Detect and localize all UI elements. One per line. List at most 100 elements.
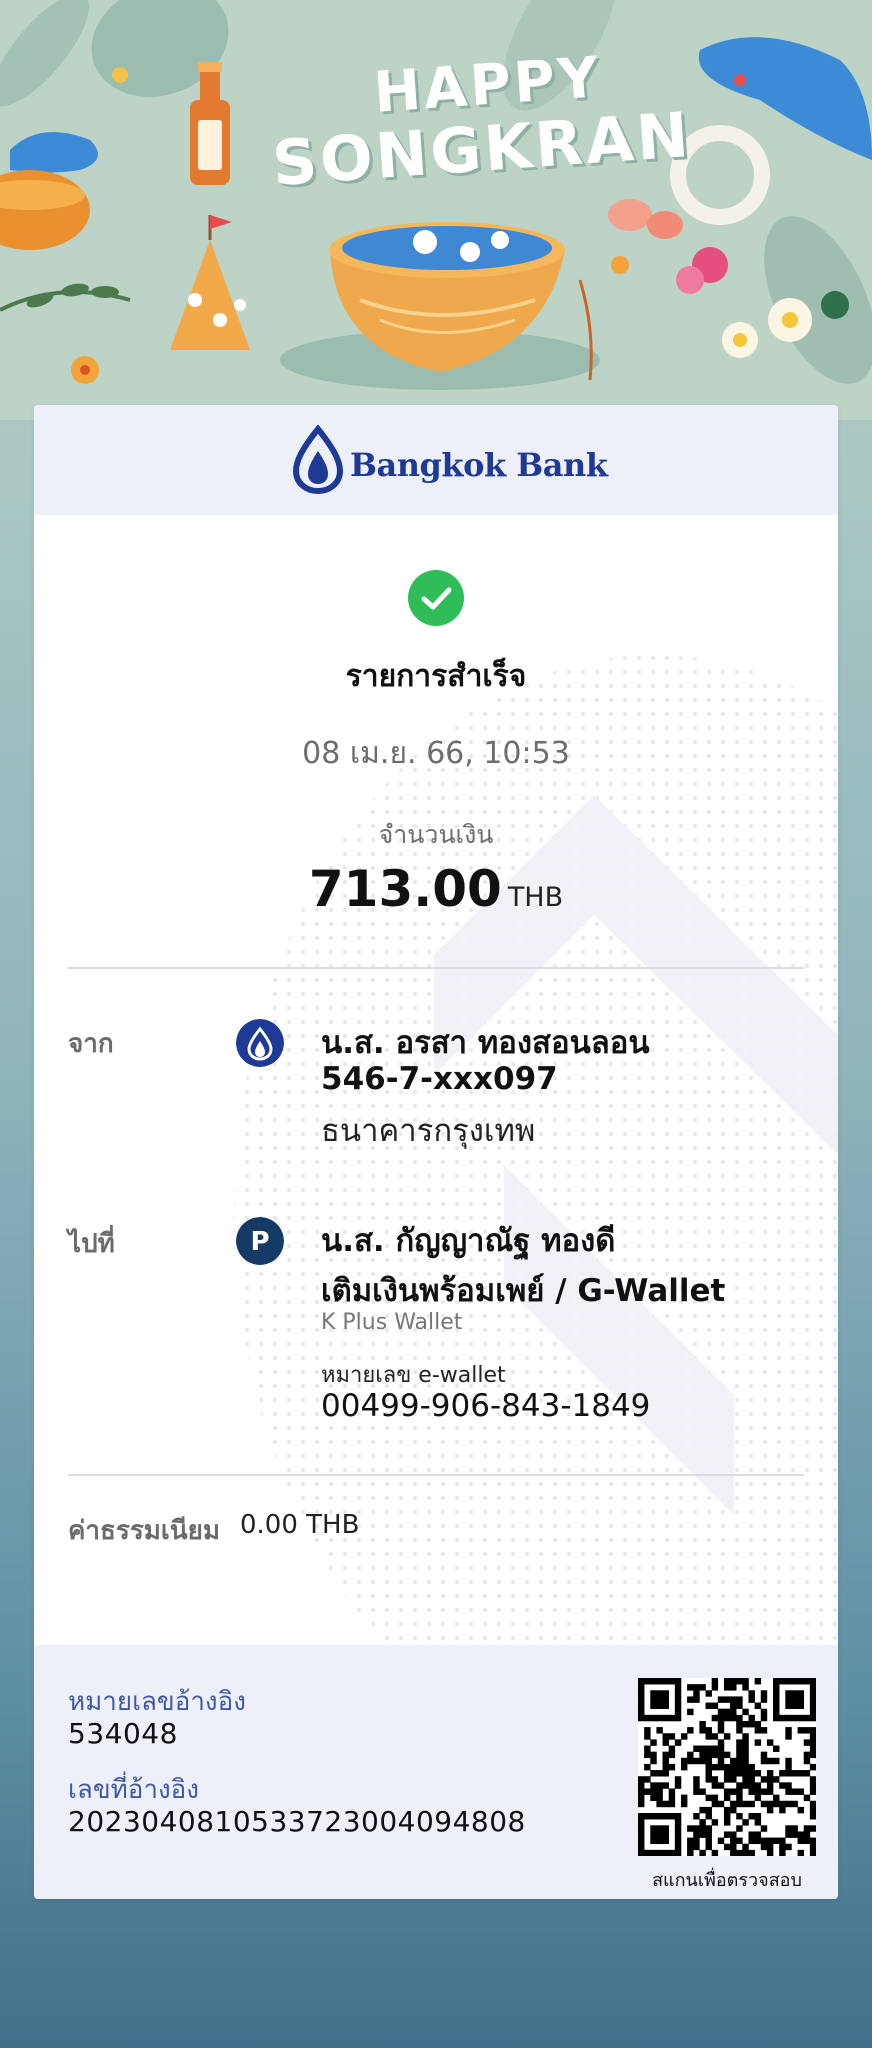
qr-module: [693, 1684, 700, 1691]
qr-module: [650, 1788, 657, 1795]
qr-module: [644, 1733, 651, 1740]
qr-module: [797, 1696, 805, 1703]
qr-module: [791, 1714, 798, 1722]
qr-module: [662, 1825, 669, 1832]
qr-module: [644, 1813, 651, 1820]
qr-module: [711, 1782, 719, 1789]
verification-qr-code[interactable]: [638, 1678, 817, 1857]
qr-module: [650, 1757, 657, 1765]
qr-module: [650, 1739, 657, 1746]
qr-module: [674, 1819, 682, 1826]
qr-module: [674, 1782, 682, 1789]
qr-module: [650, 1714, 657, 1722]
qr-module: [693, 1837, 700, 1845]
qr-module: [674, 1849, 682, 1857]
qr-module: [803, 1678, 811, 1685]
qr-module: [711, 1776, 719, 1783]
qr-module: [662, 1849, 669, 1857]
qr-module: [656, 1849, 663, 1857]
sender-bank: ธนาคารกรุงเทพ: [321, 1113, 536, 1149]
qr-module: [736, 1727, 743, 1734]
qr-module: [809, 1825, 817, 1832]
qr-module: [736, 1714, 743, 1722]
qr-module: [638, 1837, 645, 1845]
qr-module: [674, 1831, 682, 1838]
qr-module: [711, 1849, 719, 1857]
qr-module: [779, 1806, 786, 1814]
qr-module: [662, 1837, 669, 1845]
qr-module: [803, 1714, 811, 1722]
qr-module: [773, 1690, 780, 1697]
qr-module: [779, 1843, 786, 1851]
qr-module: [785, 1831, 792, 1838]
qr-module: [754, 1831, 762, 1838]
qr-module: [638, 1714, 645, 1722]
qr-module: [723, 1770, 731, 1777]
qr-module: [730, 1763, 737, 1771]
qr-module: [662, 1770, 669, 1777]
qr-module: [674, 1837, 682, 1845]
qr-module: [742, 1849, 749, 1857]
qr-module: [766, 1788, 774, 1795]
qr-module: [797, 1770, 805, 1777]
qr-module: [662, 1782, 669, 1789]
qr-module: [674, 1825, 682, 1832]
ref-id-label: เลขที่อ้างอิง: [68, 1775, 199, 1805]
qr-module: [754, 1819, 762, 1826]
qr-module: [717, 1800, 725, 1808]
qr-module: [650, 1751, 657, 1759]
qr-module: [644, 1727, 651, 1734]
qr-module: [742, 1800, 749, 1808]
qr-module: [717, 1763, 725, 1771]
qr-module: [760, 1788, 768, 1795]
qr-module: [736, 1849, 743, 1857]
divider-bottom: [68, 1474, 804, 1476]
qr-module: [668, 1794, 676, 1802]
qr-module: [723, 1733, 731, 1740]
qr-module: [797, 1837, 805, 1845]
qr-module: [754, 1727, 762, 1734]
qr-module: [748, 1782, 755, 1789]
qr-module: [705, 1837, 712, 1845]
qr-module: [644, 1849, 651, 1857]
qr-module: [809, 1739, 817, 1746]
qr-module: [650, 1825, 657, 1832]
qr-module: [742, 1763, 749, 1771]
qr-module: [711, 1819, 719, 1826]
qr-module: [638, 1794, 645, 1802]
qr-module: [656, 1837, 663, 1845]
to-label: ไปที่: [68, 1229, 115, 1259]
qr-module: [785, 1757, 792, 1765]
qr-module: [766, 1843, 774, 1851]
qr-module: [705, 1690, 712, 1697]
qr-module: [674, 1690, 682, 1697]
qr-module: [791, 1788, 798, 1795]
qr-module: [711, 1733, 719, 1740]
qr-module: [711, 1702, 719, 1709]
qr-module: [723, 1819, 731, 1826]
qr-module: [638, 1782, 645, 1789]
ref-number-label: หมายเลขอ้างอิง: [68, 1687, 246, 1717]
qr-module: [656, 1800, 663, 1808]
qr-module: [809, 1782, 817, 1789]
qr-module: [785, 1825, 792, 1832]
qr-module: [662, 1831, 669, 1838]
qr-module: [662, 1813, 669, 1820]
qr-module: [766, 1837, 774, 1845]
qr-module: [656, 1678, 663, 1685]
qr-module: [754, 1678, 762, 1685]
qr-module: [687, 1751, 694, 1759]
qr-module: [736, 1770, 743, 1777]
qr-module: [791, 1831, 798, 1838]
qr-module: [668, 1714, 676, 1722]
qr-module: [705, 1763, 712, 1771]
qr-module: [736, 1757, 743, 1765]
banner-title: HAPPY SONGKRAN: [266, 45, 694, 200]
qr-module: [766, 1776, 774, 1783]
qr-module: [699, 1745, 706, 1752]
qr-module: [723, 1843, 731, 1851]
qr-module: [650, 1782, 657, 1789]
qr-module: [705, 1825, 712, 1832]
qr-module: [730, 1678, 737, 1685]
qr-module: [662, 1739, 669, 1746]
